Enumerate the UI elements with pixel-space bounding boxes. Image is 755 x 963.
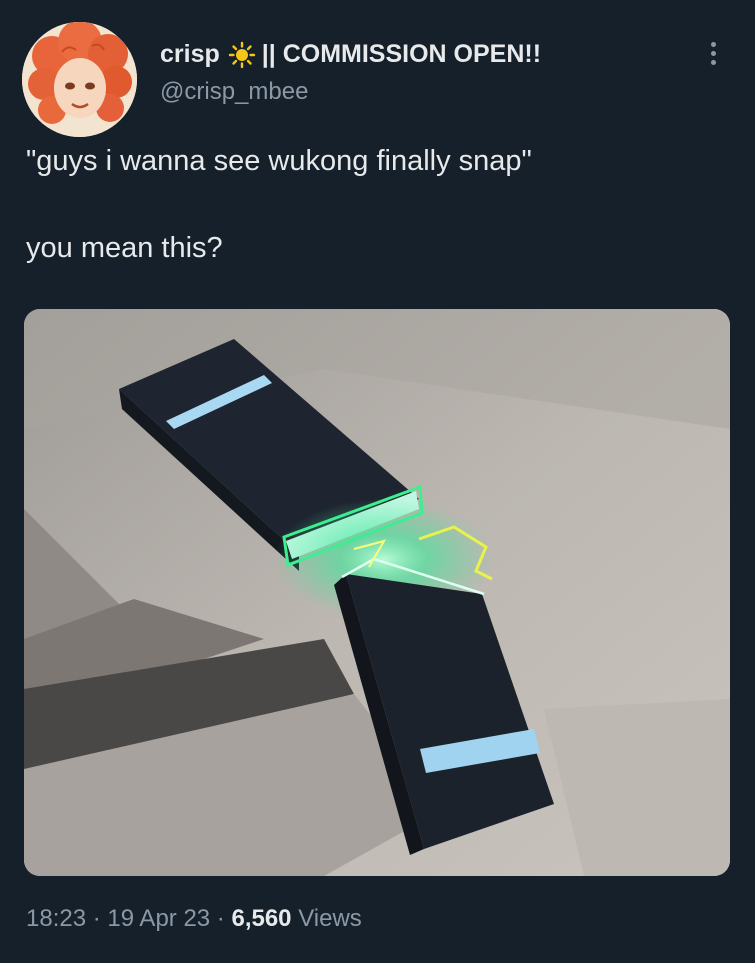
tweet-date[interactable]: 19 Apr 23 [107, 905, 210, 932]
more-options-icon[interactable] [700, 36, 726, 70]
dot-icon [710, 41, 716, 47]
author-handle[interactable]: @crisp_mbee [160, 78, 308, 106]
avatar[interactable] [22, 22, 137, 137]
tweet-text-line: "guys i wanna see wukong finally snap" [26, 145, 532, 177]
dot-icon [710, 59, 716, 65]
meta-separator: · [86, 905, 108, 932]
views-count: 6,560 [231, 905, 292, 932]
display-name-suffix: || COMMISSION OPEN!! [261, 40, 542, 68]
meta-separator: · [210, 905, 232, 932]
tweet-media-image[interactable] [24, 309, 730, 876]
views-label: Views [291, 905, 362, 932]
dot-icon [710, 50, 716, 56]
tweet-meta-row: 18:23 · 19 Apr 23 · 6,560 Views [26, 905, 362, 933]
tweet-time[interactable]: 18:23 [26, 905, 86, 932]
tweet-container: crisp || COMMISSION OPEN!! @crisp_mbee "… [0, 0, 755, 963]
author-name-row[interactable]: crisp || COMMISSION OPEN!! [160, 40, 541, 69]
display-name[interactable]: crisp [160, 40, 220, 69]
sun-icon [228, 41, 256, 69]
tweet-text-line: you mean this? [26, 232, 223, 264]
